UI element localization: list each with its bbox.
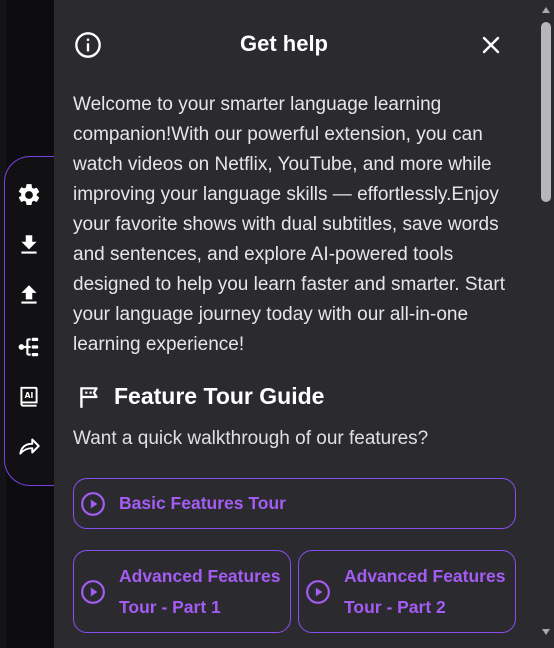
download-button[interactable] (14, 230, 44, 260)
share-button[interactable] (14, 431, 44, 461)
advanced-tour-part2-line1: Advanced Features (344, 565, 506, 586)
upload-button[interactable] (14, 280, 44, 310)
basic-tour-label: Basic Features Tour (119, 493, 286, 513)
share-icon (19, 438, 40, 455)
advanced-tour-part1-line1: Advanced Features (119, 565, 281, 586)
panel-title: Get help (239, 31, 328, 56)
play-icon (81, 579, 105, 604)
scroll-down-arrow-icon[interactable] (542, 629, 550, 635)
settings-button[interactable] (14, 180, 44, 210)
play-icon (306, 579, 330, 604)
download-icon (21, 235, 37, 254)
advanced-tour-part1-label: Advanced Features Tour - Part 1 (119, 561, 280, 623)
ai-book-button[interactable]: AI (14, 382, 44, 412)
advanced-tour-part2-line2: Tour - Part 2 (344, 596, 446, 617)
side-toolbar: AI (4, 156, 54, 486)
basic-tour-button[interactable]: Basic Features Tour (73, 478, 516, 529)
ai-book-icon: AI (20, 386, 38, 407)
section-subtitle: Want a quick walkthrough of our features… (73, 428, 429, 449)
scroll-up-arrow-icon[interactable] (542, 7, 550, 13)
panel-scrollbar[interactable] (538, 0, 554, 648)
play-icon (81, 491, 105, 516)
section-header: Feature Tour Guide (76, 383, 324, 410)
intro-text: Welcome to your smarter language learnin… (73, 94, 505, 355)
close-icon[interactable] (479, 33, 503, 57)
advanced-tour-part1-line2: Tour - Part 1 (119, 596, 221, 617)
flag-icon (80, 386, 98, 408)
upload-icon (21, 285, 37, 304)
advanced-tour-part2-button[interactable]: Advanced Features Tour - Part 2 (298, 550, 516, 633)
help-panel: Get help Welcome to your smarter languag… (54, 0, 554, 648)
advanced-tour-part1-button[interactable]: Advanced Features Tour - Part 1 (73, 550, 291, 633)
svg-text:AI: AI (25, 391, 34, 400)
section-title: Feature Tour Guide (114, 383, 325, 409)
advanced-tour-part2-label: Advanced Features Tour - Part 2 (344, 561, 505, 623)
tree-button[interactable] (14, 332, 44, 362)
panel-header: Get help (54, 0, 538, 90)
scrollbar-thumb[interactable] (541, 22, 551, 202)
gear-icon (18, 184, 40, 205)
tree-icon (18, 337, 39, 357)
